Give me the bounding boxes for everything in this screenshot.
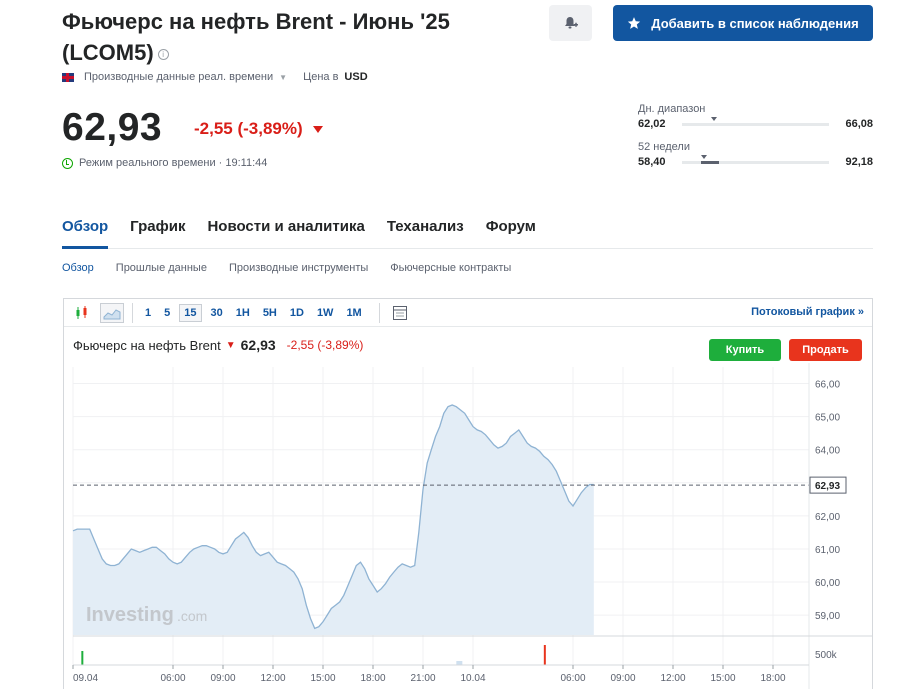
tab-news-analysis[interactable]: Новости и аналитика [207, 212, 364, 248]
down-arrow-icon [312, 125, 323, 133]
sub-tabs: Обзор Прошлые данные Производные инструм… [62, 262, 533, 274]
52-week-range-fill [701, 160, 719, 164]
price-chart[interactable]: Investing.com66,0065,0064,0063,0062,0061… [64, 299, 872, 689]
page-title: Фьючерс на нефть Brent - Июнь '25 (LCOM5… [62, 6, 502, 68]
x-tick-label: 09:00 [210, 673, 235, 684]
x-tick-label: 21:00 [410, 673, 435, 684]
subtab-derivatives[interactable]: Производные инструменты [229, 262, 368, 274]
x-tick-label: 18:00 [360, 673, 385, 684]
52-week-range-bar [682, 154, 829, 164]
day-range-marker [711, 116, 718, 121]
day-range-label: Дн. диапазон [638, 103, 706, 115]
x-tick-label: 09.04 [73, 673, 98, 684]
volume-bar [456, 661, 463, 665]
volume-axis-label: 500k [815, 650, 838, 661]
chart-widget: 1 5 15 30 1H 5H 1D 1W 1M Потоковый графи… [63, 298, 873, 689]
52-week-range-label: 52 недели [638, 141, 690, 153]
last-price: 62,93 [62, 106, 163, 149]
investing-watermark-suffix: .com [177, 608, 207, 624]
day-range-high: 66,08 [845, 118, 873, 130]
x-tick-label: 12:00 [260, 673, 285, 684]
tab-forum[interactable]: Форум [486, 212, 536, 248]
x-tick-label: 18:00 [760, 673, 785, 684]
x-tick-label: 06:00 [160, 673, 185, 684]
y-tick-label: 60,00 [815, 578, 840, 589]
y-tick-label: 64,00 [815, 446, 840, 457]
bell-plus-icon [564, 17, 578, 29]
volume-bar [81, 651, 84, 665]
info-icon[interactable]: i [157, 48, 169, 60]
x-tick-label: 06:00 [560, 673, 585, 684]
instrument-title: Фьючерс на нефть Brent - Июнь '25 (LCOM5… [62, 9, 450, 65]
y-tick-label: 65,00 [815, 413, 840, 424]
clock-icon [62, 157, 73, 169]
subtab-futures-contracts[interactable]: Фьючерсные контракты [390, 262, 511, 274]
realtime-status: Режим реального времени · 19:11:44 [62, 157, 267, 169]
price-change: -2,55 (-3,89%) [194, 119, 323, 139]
tab-overview[interactable]: Обзор [62, 212, 109, 249]
add-to-watchlist-button[interactable]: Добавить в список наблюдения [613, 5, 873, 41]
day-range-bar [682, 116, 829, 126]
chevron-down-icon[interactable]: ▼ [279, 73, 287, 82]
realtime-label: Режим реального времени · 19:11:44 [79, 157, 268, 169]
tab-chart[interactable]: График [130, 212, 185, 248]
change-value: -2,55 (-3,89%) [194, 119, 303, 138]
x-tick-label: 09:00 [610, 673, 635, 684]
watchlist-button-label: Добавить в список наблюдения [651, 15, 859, 31]
x-tick-label: 15:00 [310, 673, 335, 684]
subtab-overview[interactable]: Обзор [62, 262, 94, 274]
price-area [73, 405, 594, 635]
y-tick-label: 66,00 [815, 380, 840, 391]
y-tick-label: 62,00 [815, 512, 840, 523]
current-price-label: 62,93 [815, 481, 840, 492]
star-icon [628, 17, 641, 29]
uk-flag-icon [62, 72, 74, 82]
52-week-range-marker [701, 154, 708, 159]
currency-label: Цена в [303, 71, 339, 83]
x-tick-label: 10.04 [460, 673, 485, 684]
x-tick-label: 12:00 [660, 673, 685, 684]
tab-technical[interactable]: Теханализ [387, 212, 464, 248]
52-week-range-high: 92,18 [845, 156, 873, 168]
subtab-historical-data[interactable]: Прошлые данные [116, 262, 207, 274]
52-week-range: 52 недели 58,40 92,18 [638, 141, 873, 168]
meta-row: Производные данные реал. времени ▼ Цена … [62, 71, 368, 83]
x-tick-label: 15:00 [710, 673, 735, 684]
y-tick-label: 61,00 [815, 545, 840, 556]
main-tabs: Обзор График Новости и аналитика Теханал… [62, 212, 873, 249]
investing-watermark: Investing [86, 604, 174, 626]
day-range-low: 62,02 [638, 118, 666, 130]
data-type-label[interactable]: Производные данные реал. времени [84, 71, 273, 83]
add-alert-button[interactable] [549, 5, 592, 41]
52-week-range-low: 58,40 [638, 156, 666, 168]
day-range: Дн. диапазон 62,02 66,08 [638, 103, 873, 130]
y-tick-label: 59,00 [815, 611, 840, 622]
currency-value: USD [344, 71, 368, 83]
volume-bar [543, 645, 546, 665]
